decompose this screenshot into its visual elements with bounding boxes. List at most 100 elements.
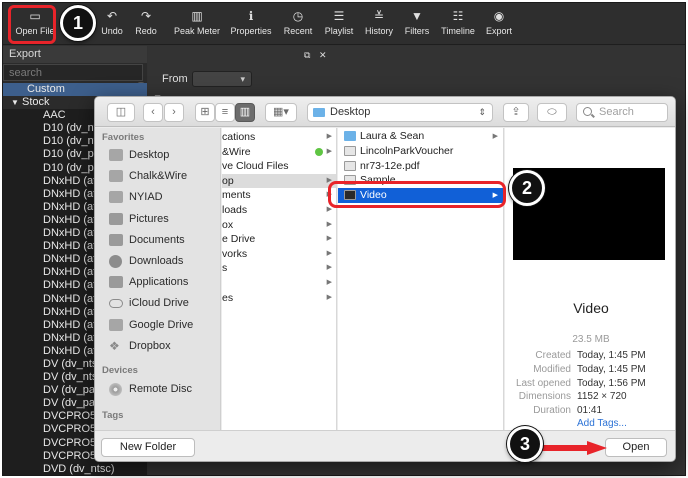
forward-button[interactable]: › <box>164 103 184 122</box>
sidebar-item-downloads[interactable]: Downloads <box>109 252 183 270</box>
tag-button[interactable]: ⬭ <box>537 103 567 122</box>
column-row-label: loads <box>222 204 248 216</box>
close-icon[interactable]: ✕ <box>319 50 327 60</box>
finder-sidebar: Favorites Desktop Chalk&Wire NYIAD Pictures… <box>95 128 221 430</box>
toolbar-recent-button[interactable]: ◷ Recent <box>281 7 315 43</box>
share-button[interactable]: ⇪ <box>503 103 529 122</box>
metadata-value: Today, 1:56 PM <box>577 377 646 389</box>
sidebar-item-documents[interactable]: Documents <box>109 231 185 249</box>
disclosure-arrow-icon: ▶ <box>326 235 332 243</box>
column-row[interactable]: ve Cloud Files <box>222 159 336 173</box>
column-row-label: ments <box>222 189 251 202</box>
disclosure-arrow-icon: ▶ <box>326 147 332 155</box>
sidebar-icon: ◫ <box>115 106 127 118</box>
browser-column-desktop: Laura & Sean ▶ LincolnParkVoucher nr73-12e.… <box>338 128 504 430</box>
grid-icon: ⊞ <box>200 106 210 118</box>
column-row[interactable]: ▶ <box>222 276 336 290</box>
column-row[interactable]: vorks ▶ <box>222 247 336 261</box>
metadata-key: Last opened <box>515 377 571 389</box>
search-input[interactable]: Search <box>576 103 668 122</box>
column-row[interactable]: e Drive ▶ <box>222 232 336 246</box>
dialog-toolbar: ◫ ‹ › ⊞ ≡ ▥ ▦▾ Desktop ⇕ ⇪ ⬭ Search <box>95 97 675 127</box>
desktop-folder-icon <box>109 149 123 161</box>
redo-icon: ↷ <box>140 9 152 23</box>
open-button[interactable]: Open <box>605 438 667 457</box>
sidebar-item-pictures[interactable]: Pictures <box>109 210 169 228</box>
folder-file-icon <box>344 131 356 141</box>
sidebar-item-label: Downloads <box>129 255 184 267</box>
toolbar-peak-meter-button[interactable]: ▥ Peak Meter <box>171 7 223 43</box>
updown-chevron-icon: ⇕ <box>478 107 486 117</box>
column-view-button[interactable]: ▥ <box>235 103 255 122</box>
search-icon <box>583 107 592 116</box>
back-button[interactable]: ‹ <box>143 103 163 122</box>
chevron-left-icon: ‹ <box>151 106 155 118</box>
sidebar-item-google-drive[interactable]: Google Drive <box>109 316 193 334</box>
toolbar-properties-button[interactable]: ℹ Properties <box>228 7 274 43</box>
toolbar-undo-button[interactable]: ↶ Undo <box>97 7 127 43</box>
column-row[interactable]: cations ▶ <box>222 130 336 144</box>
file-row-doc[interactable]: LincolnParkVoucher <box>338 144 504 159</box>
green-tag-dot-icon <box>315 147 323 156</box>
preview-size: 23.5 MB <box>572 334 610 345</box>
list-view-button[interactable]: ≡ <box>215 103 235 122</box>
folder-icon <box>313 108 325 117</box>
toolbar-history-button[interactable]: ≚ History <box>362 7 396 43</box>
arrange-icon: ▦▾ <box>273 106 289 118</box>
metadata-row: Modified Today, 1:45 PM <box>505 363 675 377</box>
sidebar-item-dropbox[interactable]: ❖ Dropbox <box>109 337 171 355</box>
metadata-key: Created <box>535 350 571 361</box>
browser-column-home: cations ▶ &Wire ▶ ve Cloud Files op ▶ ments ▶ loa… <box>222 128 337 430</box>
arrange-button[interactable]: ▦▾ <box>265 103 297 122</box>
sidebar-item-label: Google Drive <box>129 318 194 331</box>
location-popup[interactable]: Desktop ⇕ <box>307 103 493 122</box>
columns-icon: ▥ <box>239 106 251 118</box>
column-row[interactable]: es ▶ <box>222 291 336 305</box>
panel-controls: ⧉ ✕ <box>304 50 327 61</box>
sidebar-toggle-button[interactable]: ◫ <box>107 103 135 122</box>
downloads-icon <box>109 255 122 268</box>
file-row-folder[interactable]: Laura & Sean ▶ <box>338 129 504 144</box>
screenshot-stage: ▭ Open File ↶ Undo ↷ Redo ▥ Peak Meter ℹ… <box>0 0 688 478</box>
folder-icon <box>109 170 123 183</box>
sidebar-item-nyiad[interactable]: NYIAD <box>109 188 163 206</box>
callout-step-3: 3 <box>507 426 543 462</box>
icon-view-button[interactable]: ⊞ <box>195 103 215 122</box>
camera-icon <box>109 212 123 225</box>
toolbar-export-button[interactable]: ◉ Export <box>483 7 515 43</box>
column-row[interactable]: loads ▶ <box>222 203 336 217</box>
add-tags-link[interactable]: Add Tags... <box>577 418 627 429</box>
metadata-value: Today, 1:45 PM <box>577 363 646 375</box>
toolbar-filters-button[interactable]: ▼ Filters <box>402 7 432 43</box>
from-select[interactable]: ▾ <box>192 71 252 87</box>
disclosure-arrow-icon: ▶ <box>326 133 332 140</box>
sidebar-item-remote-disc[interactable]: Remote Disc <box>109 380 192 398</box>
column-row[interactable]: ox ▶ <box>222 218 336 232</box>
folder-icon <box>109 318 123 331</box>
float-icon[interactable]: ⧉ <box>304 50 310 60</box>
sidebar-item-applications[interactable]: Applications <box>109 273 188 291</box>
disclosure-triangle-icon[interactable]: ▼ <box>11 98 19 107</box>
toolbar-playlist-button[interactable]: ☰ Playlist <box>321 7 357 43</box>
sidebar-item-icloud-drive[interactable]: iCloud Drive <box>109 294 189 312</box>
column-row[interactable]: s ▶ <box>222 261 336 275</box>
toolbar-redo-button[interactable]: ↷ Redo <box>131 7 161 43</box>
disclosure-arrow-icon: ▶ <box>326 279 332 286</box>
disclosure-arrow-icon: ▶ <box>326 293 332 301</box>
export-search-input[interactable]: search <box>3 64 143 81</box>
sidebar-item-desktop[interactable]: Desktop <box>109 146 169 164</box>
preset-group-custom[interactable]: Custom <box>3 83 147 97</box>
metadata-key: Dimensions <box>518 391 571 403</box>
history-icon: ≚ <box>373 9 385 23</box>
devices-header: Devices <box>102 365 138 376</box>
column-row[interactable]: op ▶ <box>222 173 336 188</box>
column-row[interactable]: &Wire ▶ <box>222 145 336 159</box>
toolbar-timeline-button[interactable]: ☷ Timeline <box>438 7 478 43</box>
new-folder-button[interactable]: New Folder <box>101 438 195 457</box>
from-label: From <box>162 73 188 85</box>
documents-icon <box>109 233 123 246</box>
column-row[interactable]: ments ▶ <box>222 188 336 202</box>
preset-item[interactable]: DVD (dv_ntsc) <box>3 462 147 475</box>
sidebar-item-chalk-wire[interactable]: Chalk&Wire <box>109 167 187 185</box>
file-row-pdf[interactable]: nr73-12e.pdf <box>338 159 504 174</box>
